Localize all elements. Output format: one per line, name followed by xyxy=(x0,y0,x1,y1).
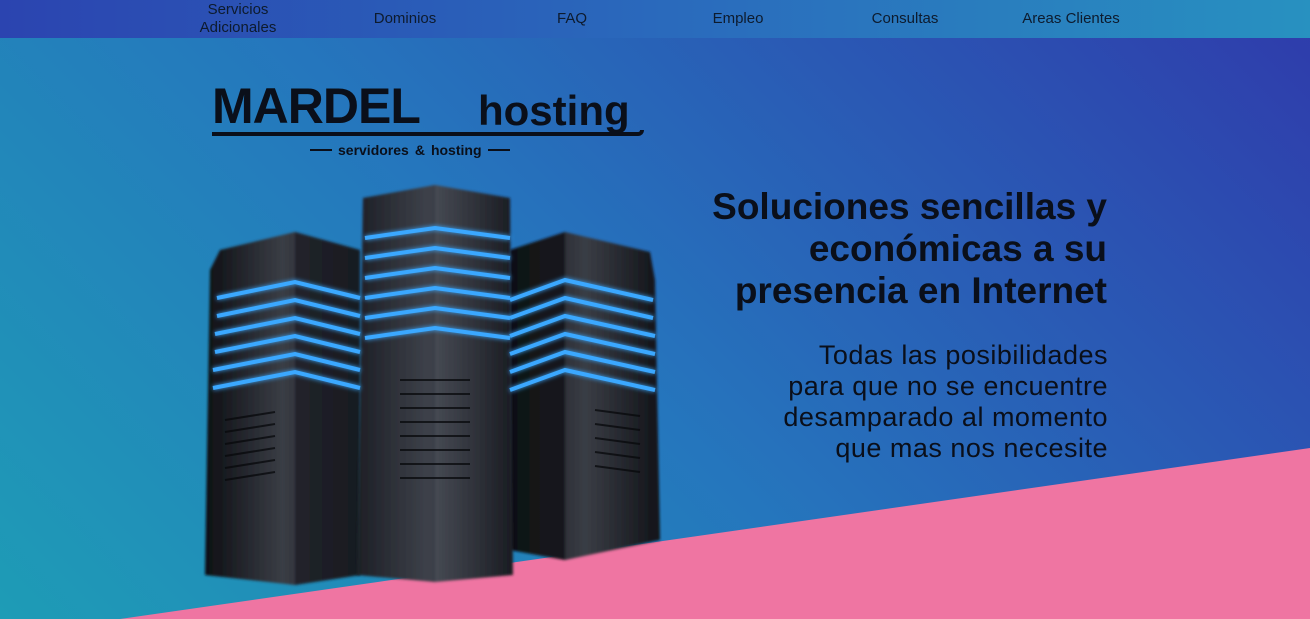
nav-label: Adicionales xyxy=(199,19,277,36)
tagline-dash xyxy=(487,149,510,151)
top-navbar: Servicios Adicionales Dominios FAQ Emple… xyxy=(0,0,1310,38)
headline-line: económicas a su xyxy=(808,228,1107,269)
server-towers-image xyxy=(205,185,660,585)
tagline-right: hosting xyxy=(430,142,482,158)
hero-subtext: Todas las posibilidades para que no se e… xyxy=(688,340,1108,464)
tagline-dash xyxy=(310,149,332,151)
nav-areas-clientes[interactable]: Areas Clientes xyxy=(996,0,1146,38)
headline-line: presencia en Internet xyxy=(734,270,1107,311)
subtext-line: Todas las posibilidades xyxy=(818,340,1108,370)
nav-empleo[interactable]: Empleo xyxy=(663,0,813,38)
subtext-line: que mas nos necesite xyxy=(835,433,1108,463)
nav-label: Empleo xyxy=(712,10,764,27)
hero-headline: Soluciones sencillas y económicas a su p… xyxy=(647,186,1107,312)
nav-label: Dominios xyxy=(373,10,437,27)
subtext-line: desamparado al momento xyxy=(783,402,1108,432)
nav-consultas[interactable]: Consultas xyxy=(830,0,980,38)
subtext-line: para que no se encuentre xyxy=(788,371,1108,401)
server-right xyxy=(510,232,660,560)
tagline-amp: & xyxy=(414,142,425,158)
nav-dominios[interactable]: Dominios xyxy=(330,0,480,38)
headline-line: Soluciones sencillas y xyxy=(712,186,1107,227)
server-middle xyxy=(357,185,513,582)
nav-servicios-adicionales[interactable]: Servicios Adicionales xyxy=(163,0,313,38)
nav-label: Consultas xyxy=(871,10,939,27)
nav-label: FAQ xyxy=(556,10,587,27)
mardel-hosting-logo[interactable]: MARDEL hosting servidores & hosting xyxy=(210,78,650,163)
nav-faq[interactable]: FAQ xyxy=(497,0,647,38)
nav-label: Servicios xyxy=(207,1,269,18)
logo-tagline: servidores & hosting xyxy=(310,142,510,158)
logo-wordmark-main: MARDEL xyxy=(212,78,421,134)
nav-label: Areas Clientes xyxy=(1022,10,1120,27)
logo-underline xyxy=(212,130,644,136)
logo-wordmark-sub: hosting xyxy=(478,87,630,134)
tagline-left: servidores xyxy=(338,142,409,158)
